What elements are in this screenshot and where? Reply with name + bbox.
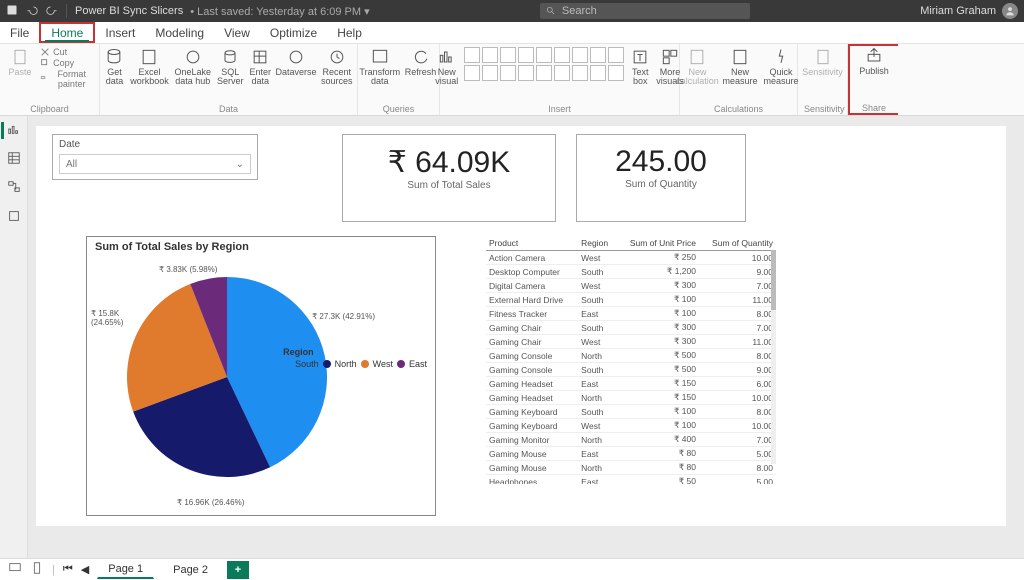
tab-optimize[interactable]: Optimize <box>260 22 327 43</box>
page-nav-first-icon[interactable]: ⏮ <box>63 563 73 576</box>
tab-modeling[interactable]: Modeling <box>145 22 214 43</box>
file-title: Power BI Sync Slicers <box>75 5 183 17</box>
pie-label-north: ₹ 16.96K (26.46%) <box>177 498 244 507</box>
sensitivity-button[interactable]: Sensitivity <box>804 47 842 77</box>
pie-label-west: ₹ 15.8K (24.65%) <box>91 309 131 327</box>
tab-home[interactable]: Home <box>39 22 95 43</box>
tab-view[interactable]: View <box>214 22 260 43</box>
mobile-layout-icon[interactable] <box>30 561 44 578</box>
refresh-button[interactable]: Refresh <box>405 47 437 77</box>
excel-workbook-button[interactable]: Excel workbook <box>130 47 168 86</box>
report-canvas[interactable]: Date All ⌄ ₹ 64.09K Sum of Total Sales 2… <box>36 126 1006 526</box>
visual-gallery[interactable] <box>464 47 624 81</box>
quantity-label: Sum of Quantity <box>581 179 741 190</box>
slicer-title: Date <box>59 139 251 150</box>
last-saved: • Last saved: Yesterday at 6:09 PM ▾ <box>187 5 369 18</box>
search-input[interactable]: Search <box>540 3 750 19</box>
menu-bar: File Home Insert Modeling View Optimize … <box>0 22 1024 44</box>
title-bar: Power BI Sync Slicers • Last saved: Yest… <box>0 0 1024 22</box>
publish-button[interactable]: Publish <box>855 46 893 76</box>
page-nav-prev-icon[interactable]: ◀ <box>81 563 89 576</box>
pie-title: Sum of Total Sales by Region <box>87 237 435 257</box>
get-data-button[interactable]: Get data <box>104 47 124 86</box>
avatar-icon <box>1002 3 1018 19</box>
quantity-card[interactable]: 245.00 Sum of Quantity <box>576 134 746 222</box>
new-visual-button[interactable]: New visual <box>435 47 458 86</box>
sql-server-button[interactable]: SQL Server <box>217 47 244 86</box>
tab-insert[interactable]: Insert <box>95 22 145 43</box>
total-sales-label: Sum of Total Sales <box>347 180 551 191</box>
undo-icon[interactable] <box>26 4 38 19</box>
format-painter-button[interactable]: Format painter <box>40 69 93 89</box>
report-view-icon[interactable] <box>1 122 21 139</box>
ribbon: Paste Cut Copy Format painter Clipboard … <box>0 44 1024 116</box>
dataverse-button[interactable]: Dataverse <box>277 47 315 77</box>
enter-data-button[interactable]: Enter data <box>250 47 272 86</box>
page-tab-2[interactable]: Page 2 <box>162 561 219 579</box>
table-scrollbar[interactable] <box>771 250 776 464</box>
calculations-group-label: Calculations <box>686 104 791 114</box>
share-group-label: Share <box>854 103 894 113</box>
pie-label-east: ₹ 3.83K (5.98%) <box>159 265 217 274</box>
page-bar: | ⏮ ◀ Page 1 Page 2 + <box>0 558 1024 580</box>
text-box-button[interactable]: Text box <box>630 47 650 86</box>
quantity-value: 245.00 <box>581 145 741 179</box>
search-icon <box>546 6 556 16</box>
new-measure-button[interactable]: New measure <box>722 47 757 86</box>
pie-legend: Region SouthNorthWestEast <box>283 347 427 369</box>
table-view-icon[interactable] <box>7 151 21 168</box>
total-sales-value: ₹ 64.09K <box>347 145 551 180</box>
tab-help[interactable]: Help <box>327 22 372 43</box>
save-icon[interactable] <box>6 4 18 19</box>
queries-group-label: Queries <box>364 104 433 114</box>
quick-measure-button[interactable]: Quick measure <box>764 47 799 86</box>
model-view-icon[interactable] <box>7 180 21 197</box>
add-page-button[interactable]: + <box>227 561 249 579</box>
dax-view-icon[interactable] <box>7 209 21 226</box>
data-group-label: Data <box>106 104 351 114</box>
paste-button[interactable]: Paste <box>6 47 34 77</box>
recent-sources-button[interactable]: Recent sources <box>321 47 353 86</box>
page-tab-1[interactable]: Page 1 <box>97 560 154 579</box>
pie-chart[interactable]: Sum of Total Sales by Region Region Sout… <box>86 236 436 516</box>
redo-icon[interactable] <box>46 4 58 19</box>
date-slicer[interactable]: Date All ⌄ <box>52 134 258 180</box>
slicer-dropdown[interactable]: All ⌄ <box>59 154 251 174</box>
data-table[interactable]: ProductRegionSum of Unit PriceSum of Qua… <box>486 236 776 516</box>
sensitivity-group-label: Sensitivity <box>804 104 841 114</box>
new-calculation-button[interactable]: New calculation <box>678 47 716 86</box>
clipboard-mini: Cut Copy Format painter <box>40 47 93 89</box>
user-menu[interactable]: Miriam Graham <box>920 3 1018 19</box>
insert-group-label: Insert <box>446 104 673 114</box>
transform-data-button[interactable]: Transform data <box>361 47 399 86</box>
total-sales-card[interactable]: ₹ 64.09K Sum of Total Sales <box>342 134 556 222</box>
copy-button[interactable]: Copy <box>40 58 74 68</box>
tab-file[interactable]: File <box>0 22 39 43</box>
onelake-button[interactable]: OneLake data hub <box>174 47 211 86</box>
chevron-down-icon: ⌄ <box>236 159 244 170</box>
pie-label-south: ₹ 27.3K (42.91%) <box>312 312 375 321</box>
clipboard-group-label: Clipboard <box>6 104 93 114</box>
left-rail <box>0 116 28 558</box>
desktop-layout-icon[interactable] <box>8 561 22 578</box>
cut-button[interactable]: Cut <box>40 47 67 57</box>
